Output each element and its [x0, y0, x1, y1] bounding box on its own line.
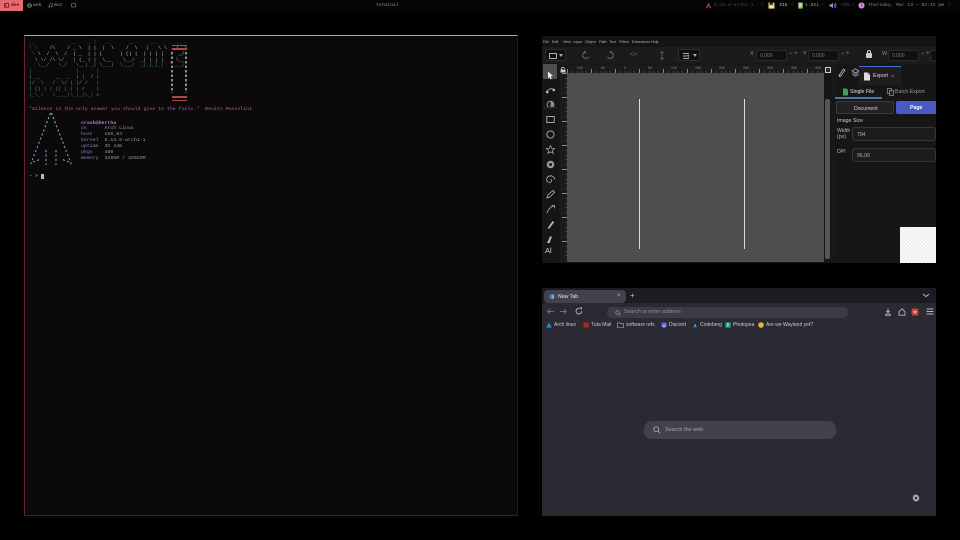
svg-text:P: P [727, 322, 730, 327]
